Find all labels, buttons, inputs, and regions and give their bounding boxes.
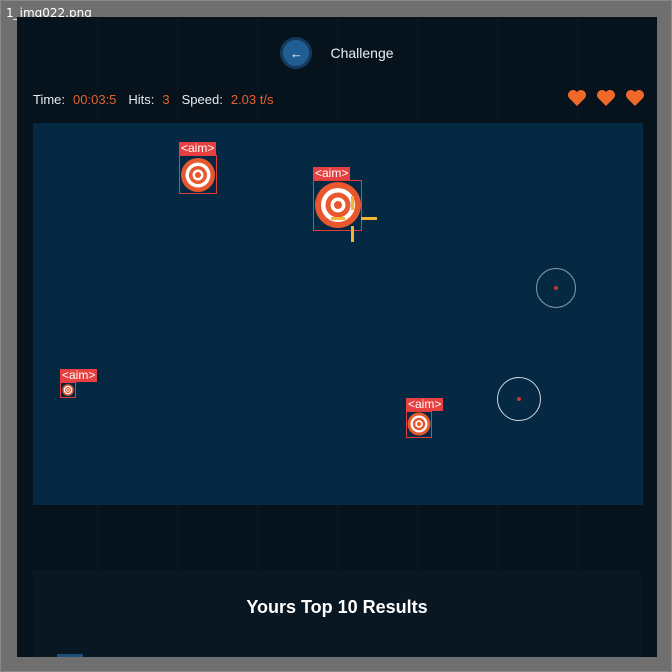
- crosshair-icon: [331, 196, 377, 242]
- results-item: [57, 654, 83, 657]
- results-panel: Yours Top 10 Results: [33, 570, 641, 657]
- hits-value: 3: [162, 91, 170, 107]
- speed-label: Speed:: [181, 91, 223, 107]
- heart-icon: [597, 90, 615, 106]
- target-icon[interactable]: [407, 412, 431, 436]
- aim-label: <aim>: [60, 368, 98, 382]
- aim-label: <aim>: [179, 141, 217, 155]
- missed-target-ring: [497, 377, 541, 421]
- time-label: Time:: [33, 91, 66, 107]
- page-title: Challenge: [330, 45, 394, 61]
- heart-icon: [568, 90, 586, 106]
- hits-label: Hits:: [128, 91, 155, 107]
- stats-bar: Time: 00:03:5 Hits: 3 Speed: 2.03 t/s: [33, 90, 285, 108]
- heart-icon: [626, 90, 644, 106]
- game-board[interactable]: <aim> <aim> <aim> <aim>: [33, 123, 643, 505]
- game-app: ← Challenge Time: 00:03:5 Hits: 3 Speed:…: [17, 17, 657, 657]
- arrow-left-icon: ←: [289, 45, 303, 61]
- aim-label: <aim>: [406, 397, 444, 411]
- target-icon[interactable]: [62, 384, 74, 396]
- results-title: Yours Top 10 Results: [246, 597, 428, 617]
- time-value: 00:03:5: [73, 91, 117, 107]
- speed-value: 2.03 t/s: [230, 91, 274, 107]
- lives-indicator: [567, 89, 645, 107]
- target-icon[interactable]: [180, 157, 216, 193]
- header-bar: ← Challenge: [17, 17, 657, 89]
- screenshot-frame: 1_img022.png ← Challenge Time: 00:03:5 H…: [0, 0, 672, 672]
- aim-label: <aim>: [313, 166, 351, 180]
- back-button[interactable]: ←: [280, 37, 313, 69]
- missed-target-ring: [536, 268, 576, 308]
